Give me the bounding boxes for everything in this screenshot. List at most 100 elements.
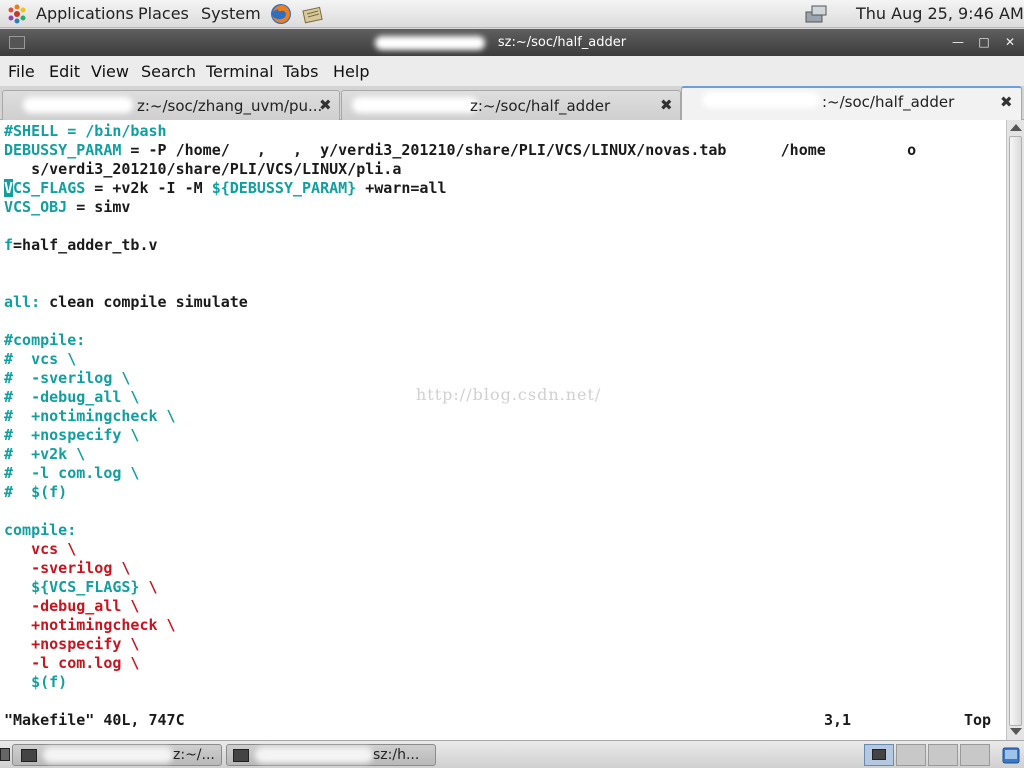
terminal-line: -l com.log \ <box>4 654 139 673</box>
terminal-text: +warn=all <box>356 179 447 197</box>
menu-tabs[interactable]: Tabs <box>283 62 318 81</box>
terminal-text: +notimingcheck \ <box>4 616 176 634</box>
terminal-text: compile: <box>4 521 77 539</box>
task-label: z:~/... <box>173 747 215 763</box>
system-menu[interactable]: System <box>201 4 261 23</box>
terminal-text: ${VCS_FLAGS} <box>31 578 140 596</box>
terminal-line: # +v2k \ <box>4 445 85 464</box>
terminal-text: -debug_all \ <box>4 597 140 615</box>
gnome-foot-icon[interactable] <box>6 4 28 24</box>
terminal-text: = simv <box>67 198 131 216</box>
tab-close-icon[interactable]: ✖ <box>660 96 673 114</box>
watermark: http://blog.csdn.net/ <box>416 385 602 404</box>
terminal-line: +notimingcheck \ <box>4 616 176 635</box>
minimize-icon[interactable]: — <box>950 34 966 50</box>
terminal-line: -debug_all \ <box>4 597 139 616</box>
terminal-text: DEBUSSY_PARAM <box>4 141 122 159</box>
terminal-text: = +v2k -I -M <box>85 179 212 197</box>
menu-edit[interactable]: Edit <box>49 62 80 81</box>
terminal-text: # +notimingcheck \ <box>4 407 176 425</box>
terminal-text: # vcs \ <box>4 350 77 368</box>
terminal-line: compile: <box>4 521 76 540</box>
terminal-text: # -debug_all \ <box>4 388 140 406</box>
terminal-view[interactable]: #SHELL = /bin/bash DEBUSSY_PARAM = -P /ho… <box>0 120 1006 740</box>
workspace-1[interactable] <box>864 744 894 766</box>
terminal-line: f=half_adder_tb.v <box>4 236 158 255</box>
terminal-line: #SHELL = /bin/bash <box>4 122 167 141</box>
scrollbar-thumb[interactable] <box>1009 136 1022 726</box>
vim-status-position: 3,1 <box>824 711 852 729</box>
terminal-text: +nospecify \ <box>4 635 140 653</box>
tab-label: z:~/soc/zhang_uvm/pu... <box>137 97 323 115</box>
terminal-icon <box>872 749 886 760</box>
tab-half-adder-1[interactable]: z:~/soc/half_adder ✖ <box>341 90 681 120</box>
terminal-line: #compile: <box>4 331 85 350</box>
terminal-icon <box>21 749 37 762</box>
terminal-text: # +v2k \ <box>4 445 86 463</box>
terminal-text: # -l com.log \ <box>4 464 140 482</box>
terminal-line: # vcs \ <box>4 350 76 369</box>
applications-menu[interactable]: Applications <box>36 4 134 23</box>
tab-label: z:~/soc/half_adder <box>470 97 611 115</box>
tab-bar: z:~/soc/zhang_uvm/pu... ✖ z:~/soc/half_a… <box>0 86 1024 120</box>
workspace-4[interactable] <box>960 744 990 766</box>
terminal-text: # -sverilog \ <box>4 369 131 387</box>
terminal-line: +nospecify \ <box>4 635 139 654</box>
terminal-text: # $(f) <box>4 483 68 501</box>
show-desktop-icon[interactable] <box>0 748 10 761</box>
tab-zhang-uvm[interactable]: z:~/soc/zhang_uvm/pu... ✖ <box>2 90 340 120</box>
close-icon[interactable]: ✕ <box>1002 34 1018 50</box>
terminal-line: # +nospecify \ <box>4 426 139 445</box>
menu-terminal[interactable]: Terminal <box>206 62 274 81</box>
vim-status-file: "Makefile" 40L, 747C <box>4 711 185 729</box>
notes-editor-icon[interactable] <box>302 4 324 24</box>
terminal-line: DEBUSSY_PARAM = -P /home/ , , y/verdi3_2… <box>4 141 916 160</box>
places-menu[interactable]: Places <box>138 4 189 23</box>
top-panel: Applications Places System Thu Aug 25, 9… <box>0 0 1024 28</box>
terminal-text: = -P /home/ , , y/verdi3_201210/share/PL… <box>121 141 917 159</box>
terminal-line: # -debug_all \ <box>4 388 139 407</box>
terminal-text: s/verdi3_201210/share/PLI/VCS/LINUX/pli.… <box>4 160 402 178</box>
terminal-text: #SHELL = /bin/bash <box>4 122 167 140</box>
tab-close-icon[interactable]: ✖ <box>1000 93 1013 111</box>
terminal-line: ${VCS_FLAGS} \ <box>4 578 158 597</box>
terminal-text: vcs \ <box>4 540 77 558</box>
terminal-text: clean compile simulate <box>40 293 248 311</box>
menu-search[interactable]: Search <box>141 62 196 81</box>
terminal-text: =half_adder_tb.v <box>13 236 158 254</box>
taskbar-task-1[interactable]: z:~/... <box>12 744 222 766</box>
terminal-text: $(f) <box>31 673 68 691</box>
menu-view[interactable]: View <box>91 62 129 81</box>
terminal-line: $(f) <box>4 673 67 692</box>
window-titlebar[interactable]: sz:~/soc/half_adder — □ ✕ <box>0 29 1024 56</box>
terminal-text: VCS_OBJ <box>4 198 68 216</box>
terminal-text: \ <box>139 578 158 596</box>
maximize-icon[interactable]: □ <box>976 34 992 50</box>
clock[interactable]: Thu Aug 25, 9:46 AM <box>856 4 1024 23</box>
terminal-line: # $(f) <box>4 483 67 502</box>
menu-file[interactable]: File <box>8 62 35 81</box>
terminal-line: VCS_OBJ = simv <box>4 198 130 217</box>
terminal-line: # -l com.log \ <box>4 464 139 483</box>
taskbar-task-2[interactable]: sz:/h... <box>226 744 436 766</box>
tab-half-adder-active[interactable]: :~/soc/half_adder ✖ <box>681 86 1022 120</box>
scroll-down-arrow-icon[interactable] <box>1010 728 1022 735</box>
terminal-text: ${DEBUSSY_PARAM} <box>211 179 357 197</box>
terminal-line: -sverilog \ <box>4 559 130 578</box>
workspace-2[interactable] <box>896 744 926 766</box>
firefox-icon[interactable] <box>270 3 292 25</box>
network-icon[interactable] <box>804 4 828 24</box>
terminal-text: f <box>4 236 14 254</box>
terminal-scrollbar[interactable] <box>1006 120 1024 740</box>
terminal-line: VCS_FLAGS = +v2k -I -M ${DEBUSSY_PARAM} … <box>4 179 447 198</box>
text-cursor: V <box>4 179 14 197</box>
window-title: sz:~/soc/half_adder <box>497 35 627 50</box>
trash-icon[interactable] <box>1001 745 1021 765</box>
menu-help[interactable]: Help <box>333 62 369 81</box>
tab-close-icon[interactable]: ✖ <box>319 96 332 114</box>
terminal-line: # +notimingcheck \ <box>4 407 176 426</box>
scroll-up-arrow-icon[interactable] <box>1010 124 1022 131</box>
workspace-3[interactable] <box>928 744 958 766</box>
